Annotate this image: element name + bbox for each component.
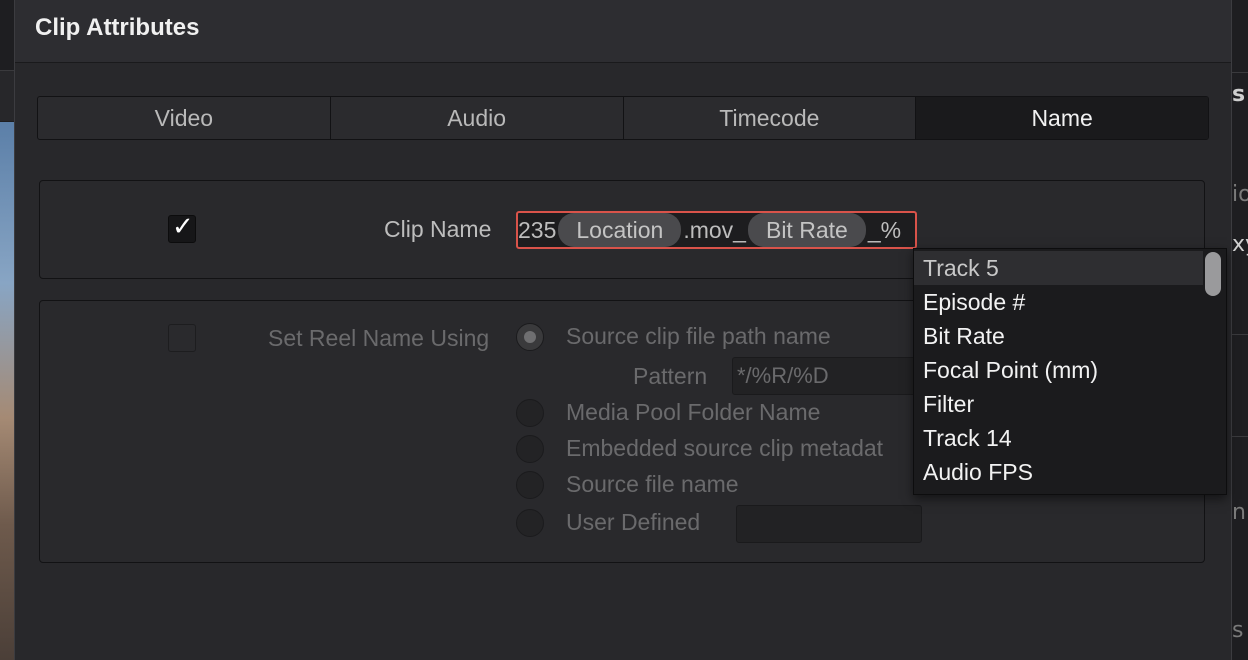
background-divider [1231, 334, 1248, 335]
radio-embedded-metadata-label: Embedded source clip metadat [566, 435, 884, 461]
background-divider [1231, 436, 1248, 437]
clip-name-text-suffix: _% [867, 216, 902, 243]
metadata-token-dropdown: Track 5 Episode # Bit Rate Focal Point (… [913, 248, 1227, 495]
dropdown-item[interactable]: Track 14 [914, 421, 1204, 455]
tab-timecode[interactable]: Timecode [624, 97, 917, 139]
background-panel-text: io [1232, 182, 1248, 207]
background-viewer-thumbnail [0, 122, 14, 660]
dialog-titlebar[interactable]: Clip Attributes [15, 0, 1231, 63]
dropdown-item[interactable]: Episode # [914, 285, 1204, 319]
radio-source-file-name[interactable] [516, 471, 544, 499]
user-defined-input[interactable] [736, 505, 922, 543]
tab-name[interactable]: Name [916, 97, 1208, 139]
clip-name-input[interactable]: 235 Location .mov_ Bit Rate _% [516, 211, 917, 249]
background-left-toolbar [0, 70, 14, 121]
tab-bar: Video Audio Timecode Name [37, 96, 1209, 140]
dropdown-scrollbar-thumb[interactable] [1205, 252, 1221, 296]
background-panel-text: xy [1232, 232, 1248, 257]
dropdown-item[interactable]: Bit Rate [914, 319, 1204, 353]
clip-name-token-location[interactable]: Location [558, 213, 682, 247]
radio-source-clip-path[interactable] [516, 323, 544, 351]
radio-source-clip-path-label: Source clip file path name [566, 323, 831, 349]
background-panel-text: s [1232, 82, 1246, 107]
reel-name-label: Set Reel Name Using [268, 325, 490, 351]
reel-name-checkbox[interactable] [168, 324, 196, 352]
dialog-title: Clip Attributes [35, 14, 200, 41]
radio-user-defined[interactable] [516, 509, 544, 537]
clip-name-label: Clip Name [384, 216, 492, 242]
background-divider [1231, 72, 1248, 73]
radio-user-defined-label: User Defined [566, 509, 701, 535]
clip-name-checkbox[interactable]: ✓ [168, 212, 196, 243]
radio-media-pool-folder[interactable] [516, 399, 544, 427]
dropdown-item[interactable]: Focal Point (mm) [914, 353, 1204, 387]
clip-name-text-middle: .mov_ [683, 216, 746, 243]
tab-video[interactable]: Video [38, 97, 331, 139]
pattern-label: Pattern [633, 363, 708, 389]
background-panel-text: n [1232, 500, 1246, 525]
clip-name-token-bit-rate[interactable]: Bit Rate [747, 213, 866, 247]
dropdown-item[interactable]: Audio FPS [914, 455, 1204, 489]
radio-media-pool-folder-label: Media Pool Folder Name [566, 399, 821, 425]
dropdown-item[interactable]: Filter [914, 387, 1204, 421]
background-panel-text: s [1232, 618, 1244, 643]
tab-audio[interactable]: Audio [331, 97, 624, 139]
checkmark-icon: ✓ [172, 212, 194, 242]
radio-embedded-metadata[interactable] [516, 435, 544, 463]
dropdown-item[interactable]: Track 5 [914, 251, 1204, 285]
clip-name-text-prefix: 235 [518, 216, 557, 243]
pattern-input[interactable]: */%R/%D [732, 357, 932, 395]
radio-source-file-name-label: Source file name [566, 471, 739, 497]
